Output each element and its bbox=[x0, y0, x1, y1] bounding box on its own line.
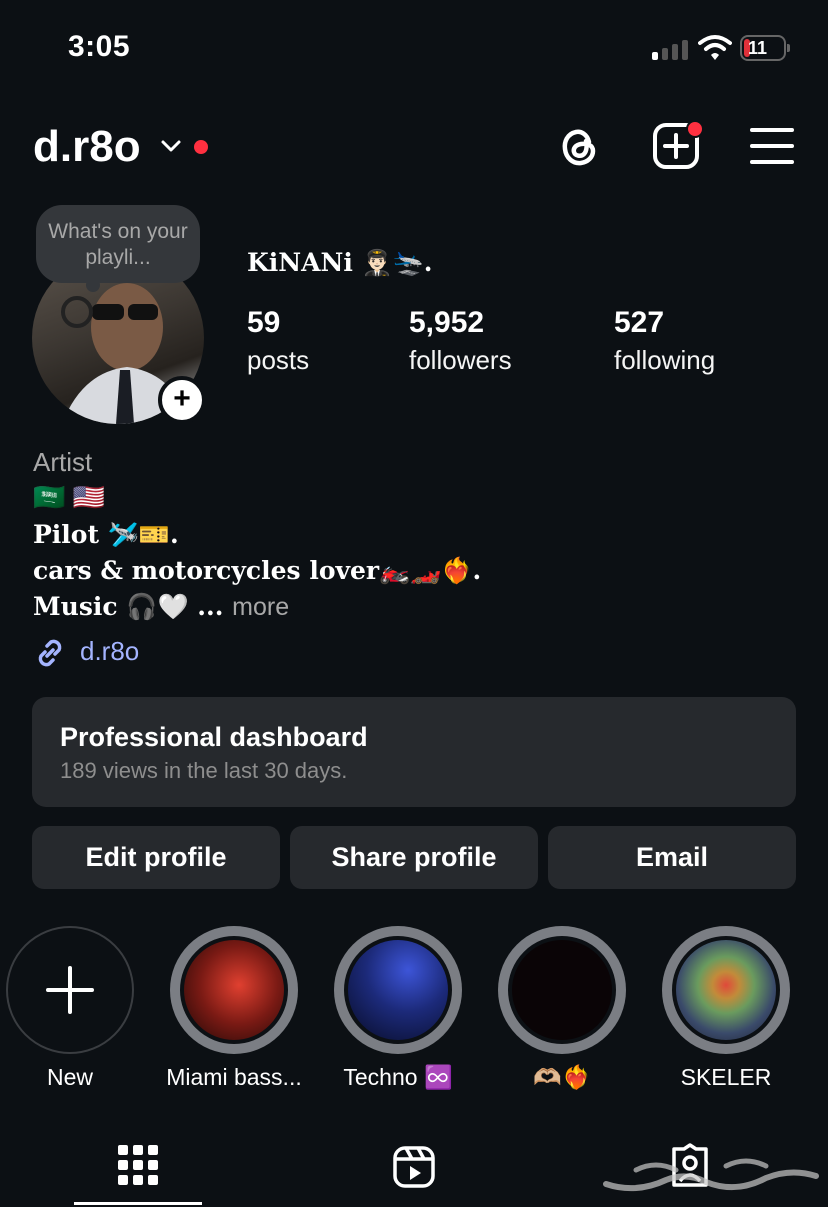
following-label[interactable]: following bbox=[614, 345, 715, 376]
threads-icon[interactable] bbox=[556, 122, 602, 170]
followers-label[interactable]: followers bbox=[409, 345, 512, 376]
highlight-thumbnail bbox=[672, 936, 780, 1044]
highlight-thumbnail bbox=[508, 936, 616, 1044]
highlight-miami-bass[interactable] bbox=[170, 926, 298, 1054]
highlight-thumbnail bbox=[344, 936, 452, 1044]
bio-line-music-text: Music 🎧🤍 ... bbox=[33, 592, 224, 621]
bio-line-music: Music 🎧🤍 ... more bbox=[33, 592, 289, 622]
cellular-signal-icon bbox=[652, 38, 690, 60]
highlight-label-skeler: SKELER bbox=[680, 1064, 772, 1090]
followers-count[interactable]: 5,952 bbox=[409, 306, 484, 340]
highlight-hearts[interactable] bbox=[498, 926, 626, 1054]
highlight-techno[interactable] bbox=[334, 926, 462, 1054]
chevron-down-icon[interactable] bbox=[160, 138, 182, 154]
reels-icon[interactable] bbox=[392, 1145, 436, 1189]
link-icon bbox=[38, 639, 62, 667]
watermark-logo bbox=[603, 1158, 819, 1192]
edit-profile-button[interactable]: Edit profile bbox=[32, 826, 280, 889]
active-tab-indicator bbox=[74, 1202, 202, 1205]
posts-label[interactable]: posts bbox=[247, 345, 309, 376]
new-highlight-button[interactable] bbox=[6, 926, 134, 1054]
battery-level: 11 bbox=[748, 38, 768, 58]
display-name: KiNANi 👨🏻‍✈️🛬. bbox=[247, 248, 433, 277]
account-switcher-username[interactable]: d.r8o bbox=[33, 122, 141, 172]
profile-link[interactable]: d.r8o bbox=[80, 636, 139, 667]
hamburger-menu-icon[interactable] bbox=[750, 128, 794, 164]
highlight-label-miami-bass: Miami bass... bbox=[166, 1064, 302, 1090]
highlight-label-hearts: 🫶🏼❤️‍🔥 bbox=[533, 1064, 591, 1090]
highlight-label-techno: Techno ♾️ bbox=[343, 1064, 453, 1090]
notification-dot bbox=[194, 140, 208, 154]
status-time: 3:05 bbox=[68, 30, 131, 63]
dashboard-subtitle: 189 views in the last 30 days. bbox=[60, 758, 348, 783]
bio-flags: 🇸🇦 🇺🇸 bbox=[33, 482, 105, 512]
highlight-thumbnail bbox=[180, 936, 288, 1044]
wifi-icon bbox=[698, 35, 732, 60]
dashboard-title: Professional dashboard bbox=[60, 722, 368, 752]
share-profile-button[interactable]: Share profile bbox=[290, 826, 538, 889]
bio-line-cars: cars & motorcycles lover🏍️🏎️❤️‍🔥. bbox=[33, 556, 482, 585]
add-story-plus-icon[interactable]: + bbox=[158, 376, 206, 424]
note-bubble[interactable]: What's on your playli... bbox=[36, 205, 200, 283]
create-notification-dot bbox=[686, 120, 704, 138]
battery-indicator: 11 bbox=[740, 35, 790, 61]
email-button[interactable]: Email bbox=[548, 826, 796, 889]
profile-category: Artist bbox=[33, 447, 93, 477]
bio-more-link[interactable]: more bbox=[232, 593, 289, 621]
highlight-label-new: New bbox=[46, 1064, 93, 1090]
grid-icon[interactable] bbox=[118, 1145, 158, 1185]
bio-line-pilot: Pilot 🛩️🎫. bbox=[33, 520, 179, 549]
posts-count[interactable]: 59 bbox=[247, 306, 280, 340]
plus-icon bbox=[46, 966, 94, 1014]
highlight-skeler[interactable] bbox=[662, 926, 790, 1054]
following-count[interactable]: 527 bbox=[614, 306, 664, 340]
